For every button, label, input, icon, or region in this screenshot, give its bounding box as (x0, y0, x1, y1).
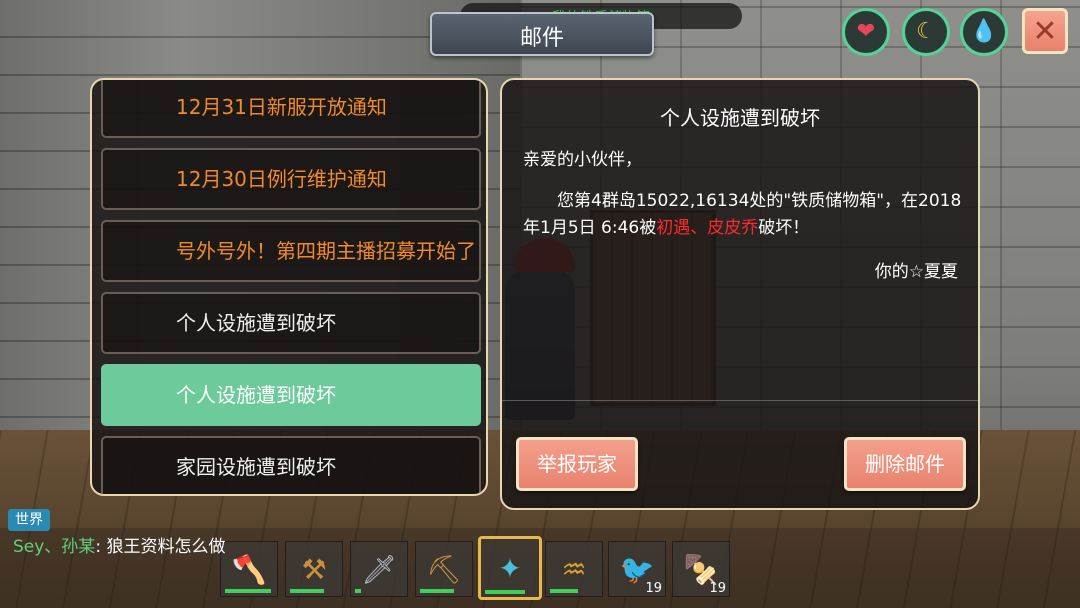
hotbar-slot[interactable]: 🗡 (350, 541, 408, 597)
mail-item-title: 12月30日例行维护通知 (176, 167, 387, 191)
delete-mail-button[interactable]: 删除邮件 (844, 437, 966, 491)
pickaxe-icon: ⛏ (426, 552, 462, 586)
durability-bar (550, 589, 578, 593)
mail-signature: 你的☆夏夏 (874, 262, 958, 282)
chat-text-content: 狼王资料怎么做 (106, 537, 226, 557)
mail-attackers: 初遇、皮皮乔 (656, 218, 759, 238)
mail-item-title: 个人设施遭到破坏 (176, 311, 336, 335)
mail-item-selected[interactable]: 个人设施遭到破坏 (101, 364, 481, 426)
horn-icon: ♒ (561, 552, 587, 586)
heart-icon: ❤ (856, 19, 876, 44)
thirst-status-button[interactable]: 💧 (960, 8, 1008, 56)
hotbar-slot-selected[interactable]: ✦ (478, 536, 542, 600)
mail-title-plate: 邮件 (430, 12, 654, 56)
chat-text: 狼王资料怎么做 (106, 536, 296, 558)
chat-channel-tag[interactable]: 世界 (8, 509, 50, 531)
water-drop-icon: 💧 (970, 19, 998, 44)
mail-item[interactable]: 个人设施遭到破坏 (101, 292, 481, 354)
mail-detail-title: 个人设施遭到破坏 (660, 106, 820, 130)
health-status-button[interactable]: ❤ (842, 8, 890, 56)
durability-bar (485, 590, 525, 594)
chat-separator: : (95, 537, 102, 557)
mail-item-title: 个人设施遭到破坏 (176, 383, 336, 407)
close-button[interactable]: ✕ (1022, 8, 1068, 54)
page-title: 邮件 (519, 26, 564, 51)
durability-bar (225, 589, 271, 593)
mail-list-panel[interactable]: 12月31日新服开放通知 12月30日例行维护通知 号外号外！第四期主播招募开始… (90, 78, 488, 496)
banana-icon: ☾ (916, 19, 936, 44)
durability-bar (420, 589, 454, 593)
mail-item-title: 号外号外！第四期主播招募开始了 (176, 239, 476, 263)
hotbar-slot[interactable]: 🐦 19 (608, 541, 666, 597)
club-icon: ⚒ (301, 552, 327, 586)
hunger-status-button[interactable]: ☾ (902, 8, 950, 56)
mail-item[interactable]: 家园设施遭到破坏 (101, 436, 481, 494)
mail-body-part2: 破坏！ (758, 218, 810, 238)
close-icon: ✕ (1032, 13, 1058, 49)
chat-username[interactable]: Sey、孙某 (13, 537, 95, 557)
hotbar-slot[interactable]: 🍢 19 (672, 541, 730, 597)
hotbar-slot[interactable]: ♒ (545, 541, 603, 597)
durability-bar (290, 589, 324, 593)
mail-item[interactable]: 12月31日新服开放通知 (101, 80, 481, 138)
item-count: 19 (709, 581, 726, 596)
mail-greeting: 亲爱的小伙伴， (523, 150, 642, 170)
detail-divider (502, 400, 978, 401)
mail-body: 您第4群岛15022,16134处的"铁质储物箱"，在2018年1月5日 6:4… (523, 188, 963, 242)
staff-icon: ✦ (498, 551, 522, 585)
hotbar-slot[interactable]: ⛏ (415, 541, 473, 597)
mail-item-title: 12月31日新服开放通知 (176, 95, 387, 119)
durability-bar (355, 589, 361, 593)
mail-item[interactable]: 12月30日例行维护通知 (101, 148, 481, 210)
item-count: 19 (645, 581, 662, 596)
sword-icon: 🗡 (361, 552, 397, 586)
mail-detail-panel: 个人设施遭到破坏 亲爱的小伙伴， 您第4群岛15022,16134处的"铁质储物… (500, 78, 980, 510)
chat-message: Sey、孙某: 狼王资料怎么做 (13, 536, 296, 558)
report-player-button[interactable]: 举报玩家 (516, 437, 638, 491)
mail-item[interactable]: 号外号外！第四期主播招募开始了 (101, 220, 481, 282)
mail-item-title: 家园设施遭到破坏 (176, 455, 336, 479)
